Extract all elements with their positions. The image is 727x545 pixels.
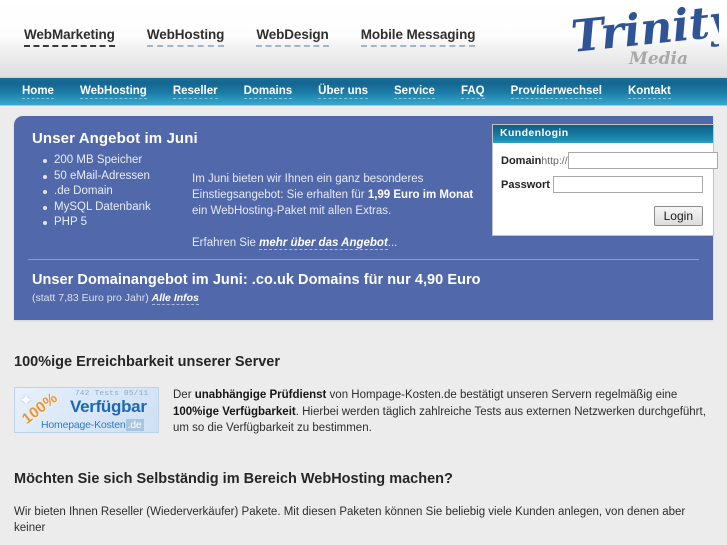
domain-offer: Unser Domainangebot im Juni: .co.uk Doma… [14, 260, 713, 320]
site-header: WebMarketing WebHosting WebDesign Mobile… [0, 0, 727, 78]
login-box-body: Domain http:// Passwort Login [493, 143, 718, 235]
nav-item-service[interactable]: Service [394, 85, 435, 99]
availability-heading: 100%ige Erreichbarkeit unserer Server [14, 354, 280, 370]
promo-description: Im Juni bieten wir Ihnen ein ganz besond… [192, 153, 482, 251]
password-label: Passwort [501, 178, 550, 191]
promo-text-price: 1,99 Euro im Monat [367, 189, 474, 201]
password-input[interactable] [553, 176, 703, 193]
list-item: 200 MB Speicher [43, 153, 192, 169]
badge-main-label: Verfügbar [70, 397, 147, 416]
customer-login-box: Kundenlogin Domain http:// Passwort Logi… [492, 124, 718, 236]
promo-columns: 200 MB Speicher 50 eMail-Adressen .de Do… [32, 153, 484, 251]
promo-feature-list: 200 MB Speicher 50 eMail-Adressen .de Do… [32, 153, 192, 251]
promo-more-suffix: ... [387, 237, 398, 249]
domain-offer-subtitle: (statt 7,83 Euro pro Jahr) Alle Infos [32, 292, 713, 305]
logo-svg: Trinity Media [569, 0, 727, 69]
list-item: PHP 5 [43, 215, 192, 231]
nav-item-ueber-uns[interactable]: Über uns [318, 85, 369, 99]
topnav-item-webmarketing[interactable]: WebMarketing [24, 27, 115, 47]
domain-offer-link[interactable]: Alle Infos [151, 292, 199, 305]
promo-more-line: Erfahren Sie mehr über das Angebot... [192, 235, 397, 251]
topnav-item-mobile-messaging[interactable]: Mobile Messaging [360, 27, 475, 47]
nav-item-domains[interactable]: Domains [243, 85, 293, 99]
avail-text-1: Der [173, 389, 195, 401]
promo-top-row: Unser Angebot im Juni 200 MB Speicher 50… [14, 116, 718, 251]
avail-text-2: von Hompage-Kosten.de bestätigt unseren … [326, 389, 678, 401]
logo-subtext: Media [628, 49, 688, 69]
badge-source-label: Homepage-Kosten .de [41, 419, 144, 431]
nav-item-faq[interactable]: FAQ [460, 85, 485, 99]
nav-item-webhosting[interactable]: WebHosting [79, 85, 147, 99]
promo-left-column: Unser Angebot im Juni 200 MB Speicher 50… [14, 130, 484, 251]
availability-section: 100%ige Erreichbarkeit unserer Server ✦ … [14, 320, 713, 437]
availability-row: ✦ 100% 742 Tests 05/11 Verfügbar Homepag… [14, 387, 713, 437]
reseller-text: Wir bieten Ihnen Reseller (Wiederverkäuf… [14, 505, 686, 535]
list-item: 50 eMail-Adressen [43, 169, 192, 185]
badge-source-name: Homepage-Kosten [41, 419, 126, 431]
promo-title: Unser Angebot im Juni [32, 130, 198, 147]
badge-source-tld: .de [125, 419, 144, 431]
promo-more-link[interactable]: mehr über das Angebot [259, 237, 388, 250]
login-actions: Login [501, 200, 703, 226]
reseller-section: Möchten Sie sich Selbständig im Bereich … [14, 437, 713, 537]
nav-item-kontakt[interactable]: Kontakt [628, 85, 671, 99]
avail-bold-2: 100%ige Verfügbarkeit [173, 405, 296, 418]
nav-item-reseller[interactable]: Reseller [172, 85, 218, 99]
page-body: Unser Angebot im Juni 200 MB Speicher 50… [0, 116, 727, 537]
top-navigation: WebMarketing WebHosting WebDesign Mobile… [24, 27, 507, 47]
login-button[interactable]: Login [653, 206, 703, 226]
domain-label: Domain [501, 154, 542, 167]
topnav-item-webdesign[interactable]: WebDesign [256, 27, 329, 47]
login-domain-row: Domain http:// [501, 152, 718, 169]
login-box-header: Kundenlogin [493, 125, 713, 143]
domain-input[interactable] [567, 152, 718, 169]
protocol-prefix: http:// [541, 154, 568, 167]
topnav-item-webhosting[interactable]: WebHosting [146, 27, 224, 47]
list-item: MySQL Datenbank [43, 200, 192, 216]
availability-text: Der unabhängige Prüfdienst von Hompage-K… [173, 387, 713, 437]
promo-text-part2: ein WebHosting-Paket mit allen Extras. [192, 205, 392, 217]
nav-item-home[interactable]: Home [22, 85, 54, 99]
avail-bold-1: unabhängige Prüfdienst [194, 389, 327, 401]
domain-offer-sub-prefix: (statt 7,83 Euro pro Jahr) [32, 292, 152, 304]
reseller-heading: Möchten Sie sich Selbständig im Bereich … [14, 470, 453, 487]
homepage-kosten-badge-icon[interactable]: ✦ 100% 742 Tests 05/11 Verfügbar Homepag… [14, 387, 159, 433]
login-password-row: Passwort [501, 176, 703, 193]
nav-item-providerwechsel[interactable]: Providerwechsel [510, 85, 602, 99]
main-navigation: Home WebHosting Reseller Domains Über un… [0, 78, 727, 106]
trinity-media-logo[interactable]: Trinity Media [559, 0, 727, 74]
domain-offer-title: Unser Domainangebot im Juni: .co.uk Doma… [32, 272, 481, 288]
promo-more-prefix: Erfahren Sie [192, 237, 260, 249]
promo-panel: Unser Angebot im Juni 200 MB Speicher 50… [14, 116, 718, 320]
list-item: .de Domain [43, 184, 192, 200]
